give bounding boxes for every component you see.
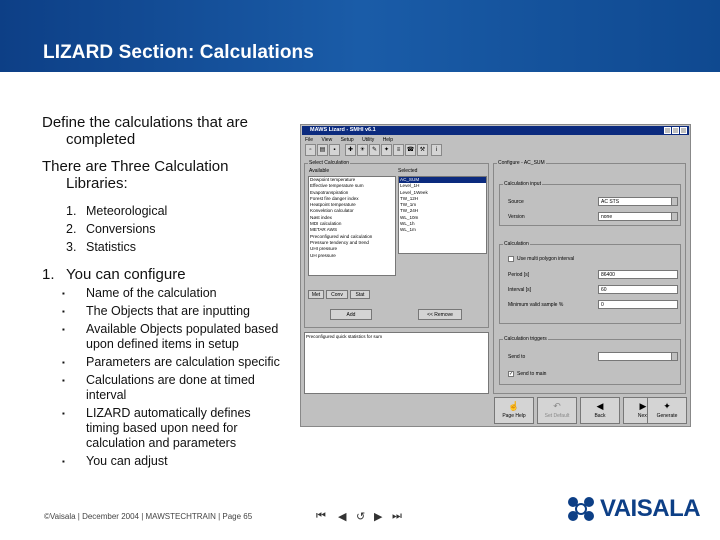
set-default-button[interactable]: ↶ Set Default <box>537 397 577 424</box>
source-select[interactable]: AC STS <box>598 197 678 206</box>
list-item[interactable]: WL_1m <box>399 227 486 233</box>
tab-stat[interactable]: Stat <box>350 290 370 299</box>
generate-icon: ✦ <box>663 401 671 411</box>
back-arrow-icon: ◀ <box>596 401 604 411</box>
available-label: Available <box>309 168 330 174</box>
send-to-label: Send to <box>508 354 526 360</box>
menu-setup[interactable]: Setup <box>341 137 354 143</box>
calculation-input-group: Calculation input Source AC STS Version … <box>499 181 681 226</box>
period-field[interactable]: 86400 <box>598 270 678 279</box>
list-item: 3. Statistics <box>66 240 137 254</box>
remove-button[interactable]: << Remove <box>418 309 462 320</box>
slide-title: LIZARD Section: Calculations <box>43 42 314 63</box>
min-valid-label: Minimum valid sample % <box>508 302 564 308</box>
vaisala-emblem-icon <box>568 497 594 521</box>
window-title: MAWS Lizard - SMHI v6.1 <box>310 127 376 133</box>
menu-bar: File View Setup Utility Help <box>305 137 400 143</box>
return-icon[interactable]: ↺ <box>356 510 365 523</box>
list-item: ▪ The Objects that are inputting <box>62 304 250 318</box>
undo-icon: ↶ <box>553 401 561 411</box>
log-icon[interactable]: ≡ <box>393 144 404 156</box>
calc-input-label: Calculation input <box>503 181 542 187</box>
available-list[interactable]: Dewpoint temperature Effective temperatu… <box>308 176 396 276</box>
hand-icon: ☝ <box>508 401 520 411</box>
menu-view[interactable]: View <box>321 137 332 143</box>
list-item: ▪ You can adjust <box>62 454 168 468</box>
select-panel-label: Select Calculation <box>308 160 351 166</box>
header-bar: LIZARD Section: Calculations <box>0 0 720 72</box>
lizard-window: MAWS Lizard - SMHI v6.1 File View Setup … <box>300 124 691 427</box>
configure-heading: 1. You can configure <box>42 266 186 283</box>
intro-paragraph: Define the calculations that are complet… <box>42 114 248 148</box>
list-item: ▪ Available Objects populated based upon … <box>62 322 279 351</box>
interval-field[interactable]: 60 <box>598 285 678 294</box>
maximize-button[interactable] <box>672 127 679 134</box>
source-label: Source <box>508 199 524 205</box>
back-button[interactable]: ◀ Back <box>580 397 620 424</box>
libraries-paragraph: There are Three Calculation Libraries: <box>42 158 229 192</box>
add-button[interactable]: Add <box>330 309 372 320</box>
sensor-icon[interactable]: ☀ <box>357 144 368 156</box>
next-slide-icon[interactable]: ▶ <box>374 510 382 523</box>
min-valid-field[interactable]: 0 <box>598 300 678 309</box>
configure-bullets: ▪ Name of the calculation ▪ The Objects th… <box>42 286 287 469</box>
generate-button[interactable]: ✦ Generate <box>647 397 687 424</box>
period-label: Period [s] <box>508 272 530 278</box>
list-item: 1. Meteorological <box>66 204 168 218</box>
report-icon[interactable]: ✦ <box>381 144 392 156</box>
list-item[interactable]: UH pressure <box>309 253 395 259</box>
list-item: ▪ Name of the calculation <box>62 286 217 300</box>
calculation-label: Calculation <box>503 241 530 247</box>
send-to-main-label: Send to main <box>517 371 547 377</box>
send-to-main-checkbox[interactable]: ✓ <box>508 371 514 377</box>
list-item: 2. Conversions <box>66 222 156 236</box>
description-box: Preconfigured quick statistics for sum <box>304 332 489 394</box>
last-slide-icon[interactable]: ⏭ <box>392 510 402 523</box>
selected-label: Selected <box>398 168 418 174</box>
window-titlebar: MAWS Lizard - SMHI v6.1 <box>302 126 689 135</box>
page-help-button[interactable]: ☝ Page Help <box>494 397 534 424</box>
save-icon[interactable]: ▪ <box>329 144 340 156</box>
configure-panel: Configure - AC_SUM Calculation input Sou… <box>493 160 686 394</box>
logo-text: VAISALA <box>600 495 701 522</box>
interval-label: Interval [s] <box>508 287 532 293</box>
footer-text: ©Vaisala | December 2004 | MAWSTECHTRAIN… <box>44 512 253 521</box>
config-panel-label: Configure - AC_SUM <box>497 160 546 166</box>
triggers-label: Calculation triggers <box>503 336 548 342</box>
triggers-group: Calculation triggers Send to ✓ Send to m… <box>499 336 681 385</box>
close-button[interactable] <box>680 127 687 134</box>
slide-body: Define the calculations that are complet… <box>42 114 287 472</box>
polygon-checkbox[interactable] <box>508 256 514 262</box>
menu-utility[interactable]: Utility <box>362 137 374 143</box>
menu-help[interactable]: Help <box>383 137 393 143</box>
vaisala-logo: VAISALA <box>565 494 701 524</box>
selected-list[interactable]: AC_SUM Level_1H Level_1Week TW_12H TW_1m… <box>398 176 487 254</box>
station-icon[interactable]: ✚ <box>345 144 356 156</box>
tab-conv[interactable]: Conv <box>326 290 348 299</box>
tab-met[interactable]: Met <box>308 290 324 299</box>
calc-description: Preconfigured quick statistics for sum <box>306 334 383 339</box>
tool-icon[interactable]: ⚒ <box>417 144 428 156</box>
list-item: ▪ LIZARD automatically defines timing bas… <box>62 406 251 450</box>
send-to-select[interactable] <box>598 352 678 361</box>
calc-icon[interactable]: ✎ <box>369 144 380 156</box>
library-list: 1. Meteorological 2. Conversions 3. Statist… <box>42 202 287 256</box>
info-icon[interactable]: i <box>431 144 442 156</box>
menu-file[interactable]: File <box>305 137 313 143</box>
calculation-group: Calculation Use multi polygon interval P… <box>499 241 681 324</box>
prev-slide-icon[interactable]: ◀ <box>338 510 346 523</box>
list-item: ▪ Parameters are calculation specific <box>62 355 280 369</box>
new-icon[interactable]: ▫ <box>305 144 316 156</box>
version-select[interactable]: none <box>598 212 678 221</box>
minimize-button[interactable] <box>664 127 671 134</box>
open-icon[interactable]: ▤ <box>317 144 328 156</box>
version-label: Version <box>508 214 525 220</box>
first-slide-icon[interactable]: ⏮ <box>316 510 326 523</box>
comm-icon[interactable]: ☎ <box>405 144 416 156</box>
select-calculation-panel: Select Calculation Available Selected De… <box>304 160 489 328</box>
list-item: ▪ Calculations are done at timed interval <box>62 373 255 402</box>
polygon-checkbox-label: Use multi polygon interval <box>517 256 575 262</box>
